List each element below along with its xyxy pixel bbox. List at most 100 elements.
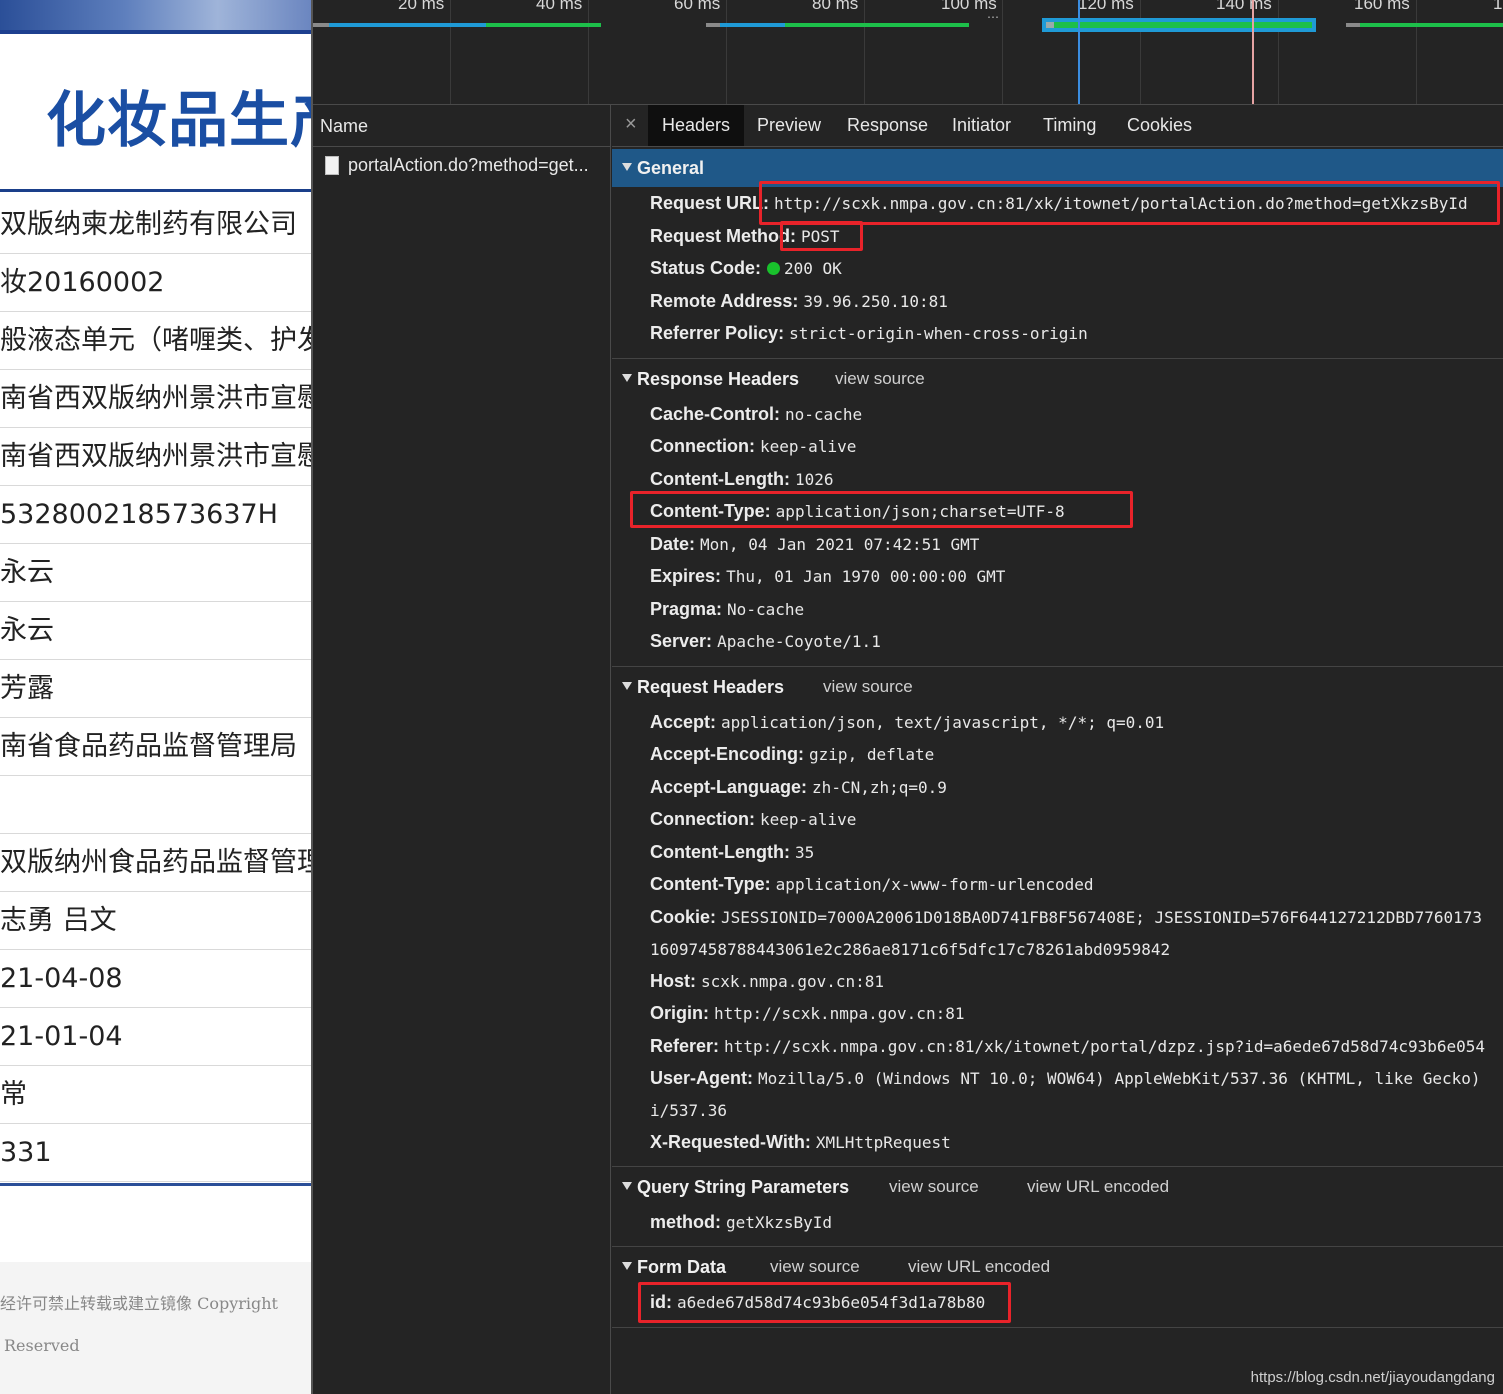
devtools-network-panel: 20 ms 40 ms 60 ms 80 ms 100 ms 120 ms 14… (313, 0, 1503, 1394)
timeline-tick-label: 60 ms (674, 0, 721, 13)
query-string-view-url-encoded-link[interactable]: view URL encoded (1027, 1168, 1169, 1206)
user-agent-value-continued: i/537.36 (650, 1101, 728, 1120)
req-content-type-value: application/x-www-form-urlencoded (775, 875, 1094, 894)
date-key: Date: (650, 534, 696, 554)
detail-row: 般液态单元（啫喱类、护发清 (0, 312, 311, 370)
connection-row: Connection: keep-alive (650, 436, 856, 457)
accept-row: Accept: application/json, text/javascrip… (650, 712, 1164, 733)
detail-row: 志勇 吕文 (0, 892, 311, 950)
referrer-policy-row: Referrer Policy: strict-origin-when-cros… (650, 323, 1088, 344)
form-data-view-url-encoded-link[interactable]: view URL encoded (908, 1248, 1050, 1286)
tab-response[interactable]: Response (833, 105, 942, 146)
request-name: portalAction.do?method=get... (348, 155, 589, 175)
query-string-section-header[interactable]: Query String Parameters view source view… (612, 1168, 1503, 1206)
query-method-value: getXkzsById (726, 1213, 832, 1232)
timeline-request-bar (706, 23, 969, 27)
timeline-selected-request-fill (1046, 22, 1312, 28)
content-length-key: Content-Length: (650, 469, 790, 489)
request-url-key: Request URL: (650, 193, 770, 213)
status-code-key: Status Code: (650, 258, 762, 278)
content-length-row: Content-Length: 1026 (650, 469, 834, 490)
detail-row: 芳露 (0, 660, 311, 718)
expires-value: Thu, 01 Jan 1970 00:00:00 GMT (726, 567, 1006, 586)
section-divider (612, 1327, 1503, 1328)
tab-preview[interactable]: Preview (743, 105, 835, 146)
network-timeline-overview[interactable]: 20 ms 40 ms 60 ms 80 ms 100 ms 120 ms 14… (313, 0, 1503, 105)
detail-row: 21-04-08 (0, 950, 311, 1008)
server-value: Apache-Coyote/1.1 (717, 632, 881, 651)
req-content-length-row: Content-Length: 35 (650, 842, 814, 863)
server-key: Server: (650, 631, 713, 651)
timeline-request-bar (313, 23, 601, 27)
accept-encoding-row: Accept-Encoding: gzip, deflate (650, 744, 934, 765)
request-url-value: http://scxk.nmpa.gov.cn:81/xk/itownet/po… (774, 194, 1468, 213)
response-headers-title: Response Headers (637, 369, 800, 389)
page-header-banner (0, 0, 311, 30)
cookie-key: Cookie: (650, 907, 717, 927)
section-divider (612, 666, 1503, 667)
req-content-length-value: 35 (794, 843, 815, 862)
timeline-tick-label: 120 ms (1078, 0, 1134, 13)
tab-timing[interactable]: Timing (1029, 105, 1110, 146)
response-headers-view-source-link[interactable]: view source (835, 360, 925, 398)
name-column-header[interactable]: Name (313, 105, 610, 147)
remote-address-row: Remote Address: 39.96.250.10:81 (650, 291, 948, 312)
pragma-row: Pragma: No-cache (650, 599, 804, 620)
origin-value: http://scxk.nmpa.gov.cn:81 (714, 1004, 965, 1023)
referrer-policy-value: strict-origin-when-cross-origin (789, 324, 1088, 343)
server-row: Server: Apache-Coyote/1.1 (650, 631, 881, 652)
user-agent-value: Mozilla/5.0 (Windows NT 10.0; WOW64) App… (758, 1069, 1481, 1088)
detail-row: 南省西双版纳州景洪市宣慰大 (0, 370, 311, 428)
x-requested-with-row: X-Requested-With: XMLHttpRequest (650, 1132, 951, 1153)
status-code-value: 200 OK (784, 259, 842, 278)
user-agent-key: User-Agent: (650, 1068, 754, 1088)
request-list: Name portalAction.do?method=get... (313, 105, 611, 1394)
origin-row: Origin: http://scxk.nmpa.gov.cn:81 (650, 1003, 964, 1024)
date-row: Date: Mon, 04 Jan 2021 07:42:51 GMT (650, 534, 979, 555)
query-string-title: Query String Parameters (637, 1177, 850, 1197)
page-footer: 经许可禁止转载或建立镜像 Copyright Reserved (0, 1262, 311, 1394)
expand-triangle-icon (622, 374, 632, 383)
request-details-pane: × Headers Preview Response Initiator Tim… (612, 105, 1503, 1394)
pragma-key: Pragma: (650, 599, 723, 619)
detail-row: 双版纳柬龙制药有限公司 (0, 196, 311, 254)
request-method-row: Request Method: POST (650, 226, 840, 247)
tab-initiator[interactable]: Initiator (938, 105, 1025, 146)
referer-key: Referer: (650, 1036, 720, 1056)
tab-cookies[interactable]: Cookies (1113, 105, 1206, 146)
origin-key: Origin: (650, 1003, 709, 1023)
cache-control-row: Cache-Control: no-cache (650, 404, 862, 425)
close-icon[interactable]: × (625, 113, 637, 136)
form-id-value: a6ede67d58d74c93b6e054f3d1a78b80 (677, 1293, 986, 1312)
timeline-tick-label: 20 ms (398, 0, 445, 13)
license-detail-rows: 双版纳柬龙制药有限公司 妆20160002 般液态单元（啫喱类、护发清 南省西双… (0, 196, 311, 1182)
response-headers-section-header[interactable]: Response Headers view source (612, 360, 1503, 398)
general-section-header[interactable]: General (612, 149, 1503, 187)
host-row: Host: scxk.nmpa.gov.cn:81 (650, 971, 884, 992)
cookie-value: JSESSIONID=7000A20061D018BA0D741FB8F5674… (721, 908, 1483, 927)
query-string-view-source-link[interactable]: view source (889, 1168, 979, 1206)
accept-encoding-value: gzip, deflate (809, 745, 935, 764)
accept-value: application/json, text/javascript, */*; … (721, 713, 1165, 732)
referrer-policy-key: Referrer Policy: (650, 323, 785, 343)
form-data-title: Form Data (637, 1257, 727, 1277)
request-headers-title: Request Headers (637, 677, 785, 697)
accept-encoding-key: Accept-Encoding: (650, 744, 805, 764)
accept-language-value: zh-CN,zh;q=0.9 (812, 778, 947, 797)
remote-address-value: 39.96.250.10:81 (803, 292, 948, 311)
detail-row: 永云 (0, 544, 311, 602)
request-row[interactable]: portalAction.do?method=get... (313, 147, 610, 183)
form-data-view-source-link[interactable]: view source (770, 1248, 860, 1286)
connection-value: keep-alive (760, 437, 857, 456)
request-headers-section-header[interactable]: Request Headers view source (612, 668, 1503, 706)
req-content-type-row: Content-Type: application/x-www-form-url… (650, 874, 1094, 895)
tab-headers[interactable]: Headers (648, 105, 745, 146)
page-header-line (0, 30, 311, 34)
req-connection-key: Connection: (650, 809, 755, 829)
timeline-tick-label: 1 (1493, 0, 1503, 13)
page-title-divider (0, 189, 311, 192)
form-data-section-header[interactable]: Form Data view source view URL encoded (612, 1248, 1503, 1286)
request-headers-view-source-link[interactable]: view source (823, 668, 913, 706)
cache-control-key: Cache-Control: (650, 404, 780, 424)
section-divider (612, 1246, 1503, 1247)
